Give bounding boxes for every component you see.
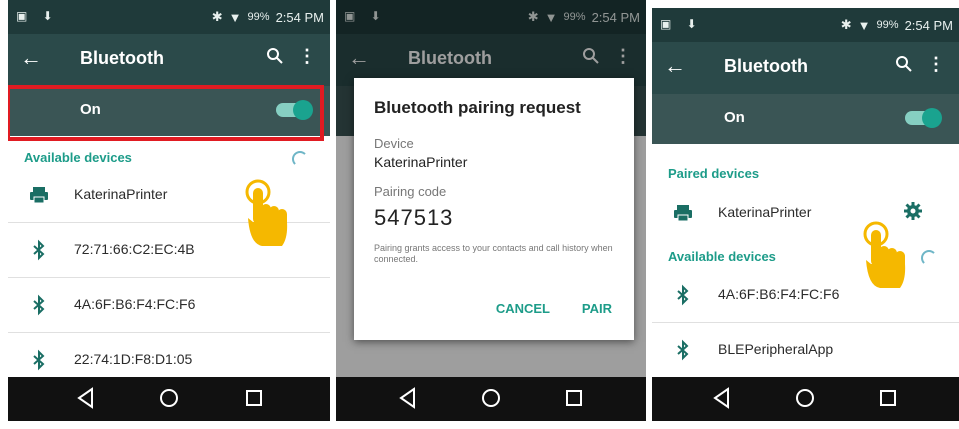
device-label: Device: [374, 136, 414, 151]
pairing-code-label: Pairing code: [374, 184, 447, 199]
available-devices-header: Available devices: [668, 249, 776, 264]
page-title: Bluetooth: [80, 48, 164, 68]
device-name: 4A:6F:B6:F4:FC:F6: [74, 296, 196, 312]
pairing-dialog: Bluetooth pairing request Device Katerin…: [354, 78, 634, 340]
pair-button[interactable]: PAIR: [582, 301, 612, 316]
status-bar: ▣ ⬇ ✱ ▼ 99% 2:54 PM: [652, 8, 959, 42]
nav-recents-icon[interactable]: [564, 387, 584, 414]
cancel-button[interactable]: CANCEL: [496, 301, 550, 316]
device-item[interactable]: 4A:6F:B6:F4:FC:F6: [652, 268, 959, 323]
arrow-left-icon[interactable]: ←: [664, 53, 686, 79]
bluetooth-switch[interactable]: [905, 108, 942, 128]
bluetooth-status-icon: ✱: [840, 17, 852, 32]
scanning-spinner-icon: [292, 151, 308, 167]
search-icon[interactable]: [895, 55, 913, 78]
switch-knob: [922, 108, 942, 128]
nav-back-icon[interactable]: [76, 387, 96, 414]
arrow-left-icon[interactable]: ←: [20, 45, 42, 71]
bluetooth-status-icon: ✱: [211, 9, 223, 24]
device-name: 72:71:66:C2:EC:4B: [74, 241, 195, 257]
device-name: 22:74:1D:F8:D1:05: [74, 351, 193, 367]
device-name: 4A:6F:B6:F4:FC:F6: [718, 286, 840, 302]
nav-home-icon[interactable]: [158, 387, 180, 414]
device-item[interactable]: 4A:6F:B6:F4:FC:F6: [8, 278, 330, 333]
nav-recents-icon[interactable]: [244, 387, 264, 414]
nav-recents-icon[interactable]: [878, 387, 898, 414]
bluetooth-toggle-row[interactable]: On: [652, 94, 959, 144]
screen-bluetooth-paired: ▣ ⬇ ✱ ▼ 99% 2:54 PM ← Bluetooth ⋮ On Pai…: [652, 0, 959, 421]
battery-percent: 99%: [876, 19, 899, 31]
tap-hand-icon: [858, 220, 910, 297]
tap-hand-icon: [240, 178, 292, 255]
device-item[interactable]: BLEPeripheralApp: [652, 323, 959, 378]
toggle-label: On: [724, 109, 745, 126]
device-name: BLEPeripheralApp: [718, 341, 834, 357]
system-nav-bar: [652, 377, 959, 421]
bluetooth-icon: [28, 294, 50, 316]
system-nav-bar: [336, 377, 646, 421]
notification-icons: ▣ ⬇: [660, 17, 703, 31]
search-icon[interactable]: [266, 47, 284, 70]
device-name: KaterinaPrinter: [74, 186, 168, 202]
status-bar: ▣ ⬇ ✱ ▼ 99% 2:54 PM: [8, 0, 330, 34]
bluetooth-icon: [672, 339, 694, 361]
more-vert-icon[interactable]: ⋮: [298, 46, 316, 67]
nav-home-icon[interactable]: [794, 387, 816, 414]
app-bar: ← Bluetooth ⋮: [8, 34, 330, 86]
pairing-note: Pairing grants access to your contacts a…: [374, 243, 613, 264]
clock: 2:54 PM: [904, 17, 953, 33]
bluetooth-icon: [28, 239, 50, 261]
bluetooth-icon: [28, 349, 50, 371]
battery-percent: 99%: [247, 11, 270, 23]
printer-icon: [672, 202, 694, 224]
nav-back-icon[interactable]: [398, 387, 418, 414]
clock: 2:54 PM: [275, 9, 324, 25]
notification-icons: ▣ ⬇: [16, 9, 59, 23]
highlight-box: [8, 85, 324, 141]
paired-device-item[interactable]: KaterinaPrinter: [652, 186, 959, 236]
printer-icon: [28, 184, 50, 206]
page-title: Bluetooth: [724, 56, 808, 76]
system-nav-bar: [8, 377, 330, 421]
pairing-code: 547513: [374, 205, 454, 230]
app-bar: ← Bluetooth ⋮: [652, 42, 959, 94]
device-value: KaterinaPrinter: [374, 154, 468, 170]
more-vert-icon[interactable]: ⋮: [927, 54, 945, 75]
nav-home-icon[interactable]: [480, 387, 502, 414]
paired-devices-header: Paired devices: [668, 166, 760, 181]
nav-back-icon[interactable]: [712, 387, 732, 414]
device-name: KaterinaPrinter: [718, 204, 812, 220]
screen-bluetooth-available: ▣ ⬇ ✱ ▼ 99% 2:54 PM ← Bluetooth ⋮ On Ava…: [8, 0, 330, 421]
available-devices-header: Available devices: [24, 150, 132, 165]
screen-pairing-dialog: ▣ ⬇ ✱ ▼ 99% 2:54 PM ← Bluetooth ⋮ Blueto…: [336, 0, 646, 421]
scanning-spinner-icon: [921, 250, 937, 266]
dialog-title: Bluetooth pairing request: [374, 98, 581, 117]
bluetooth-icon: [672, 284, 694, 306]
wifi-icon: ▼: [857, 17, 871, 33]
wifi-icon: ▼: [228, 9, 242, 25]
